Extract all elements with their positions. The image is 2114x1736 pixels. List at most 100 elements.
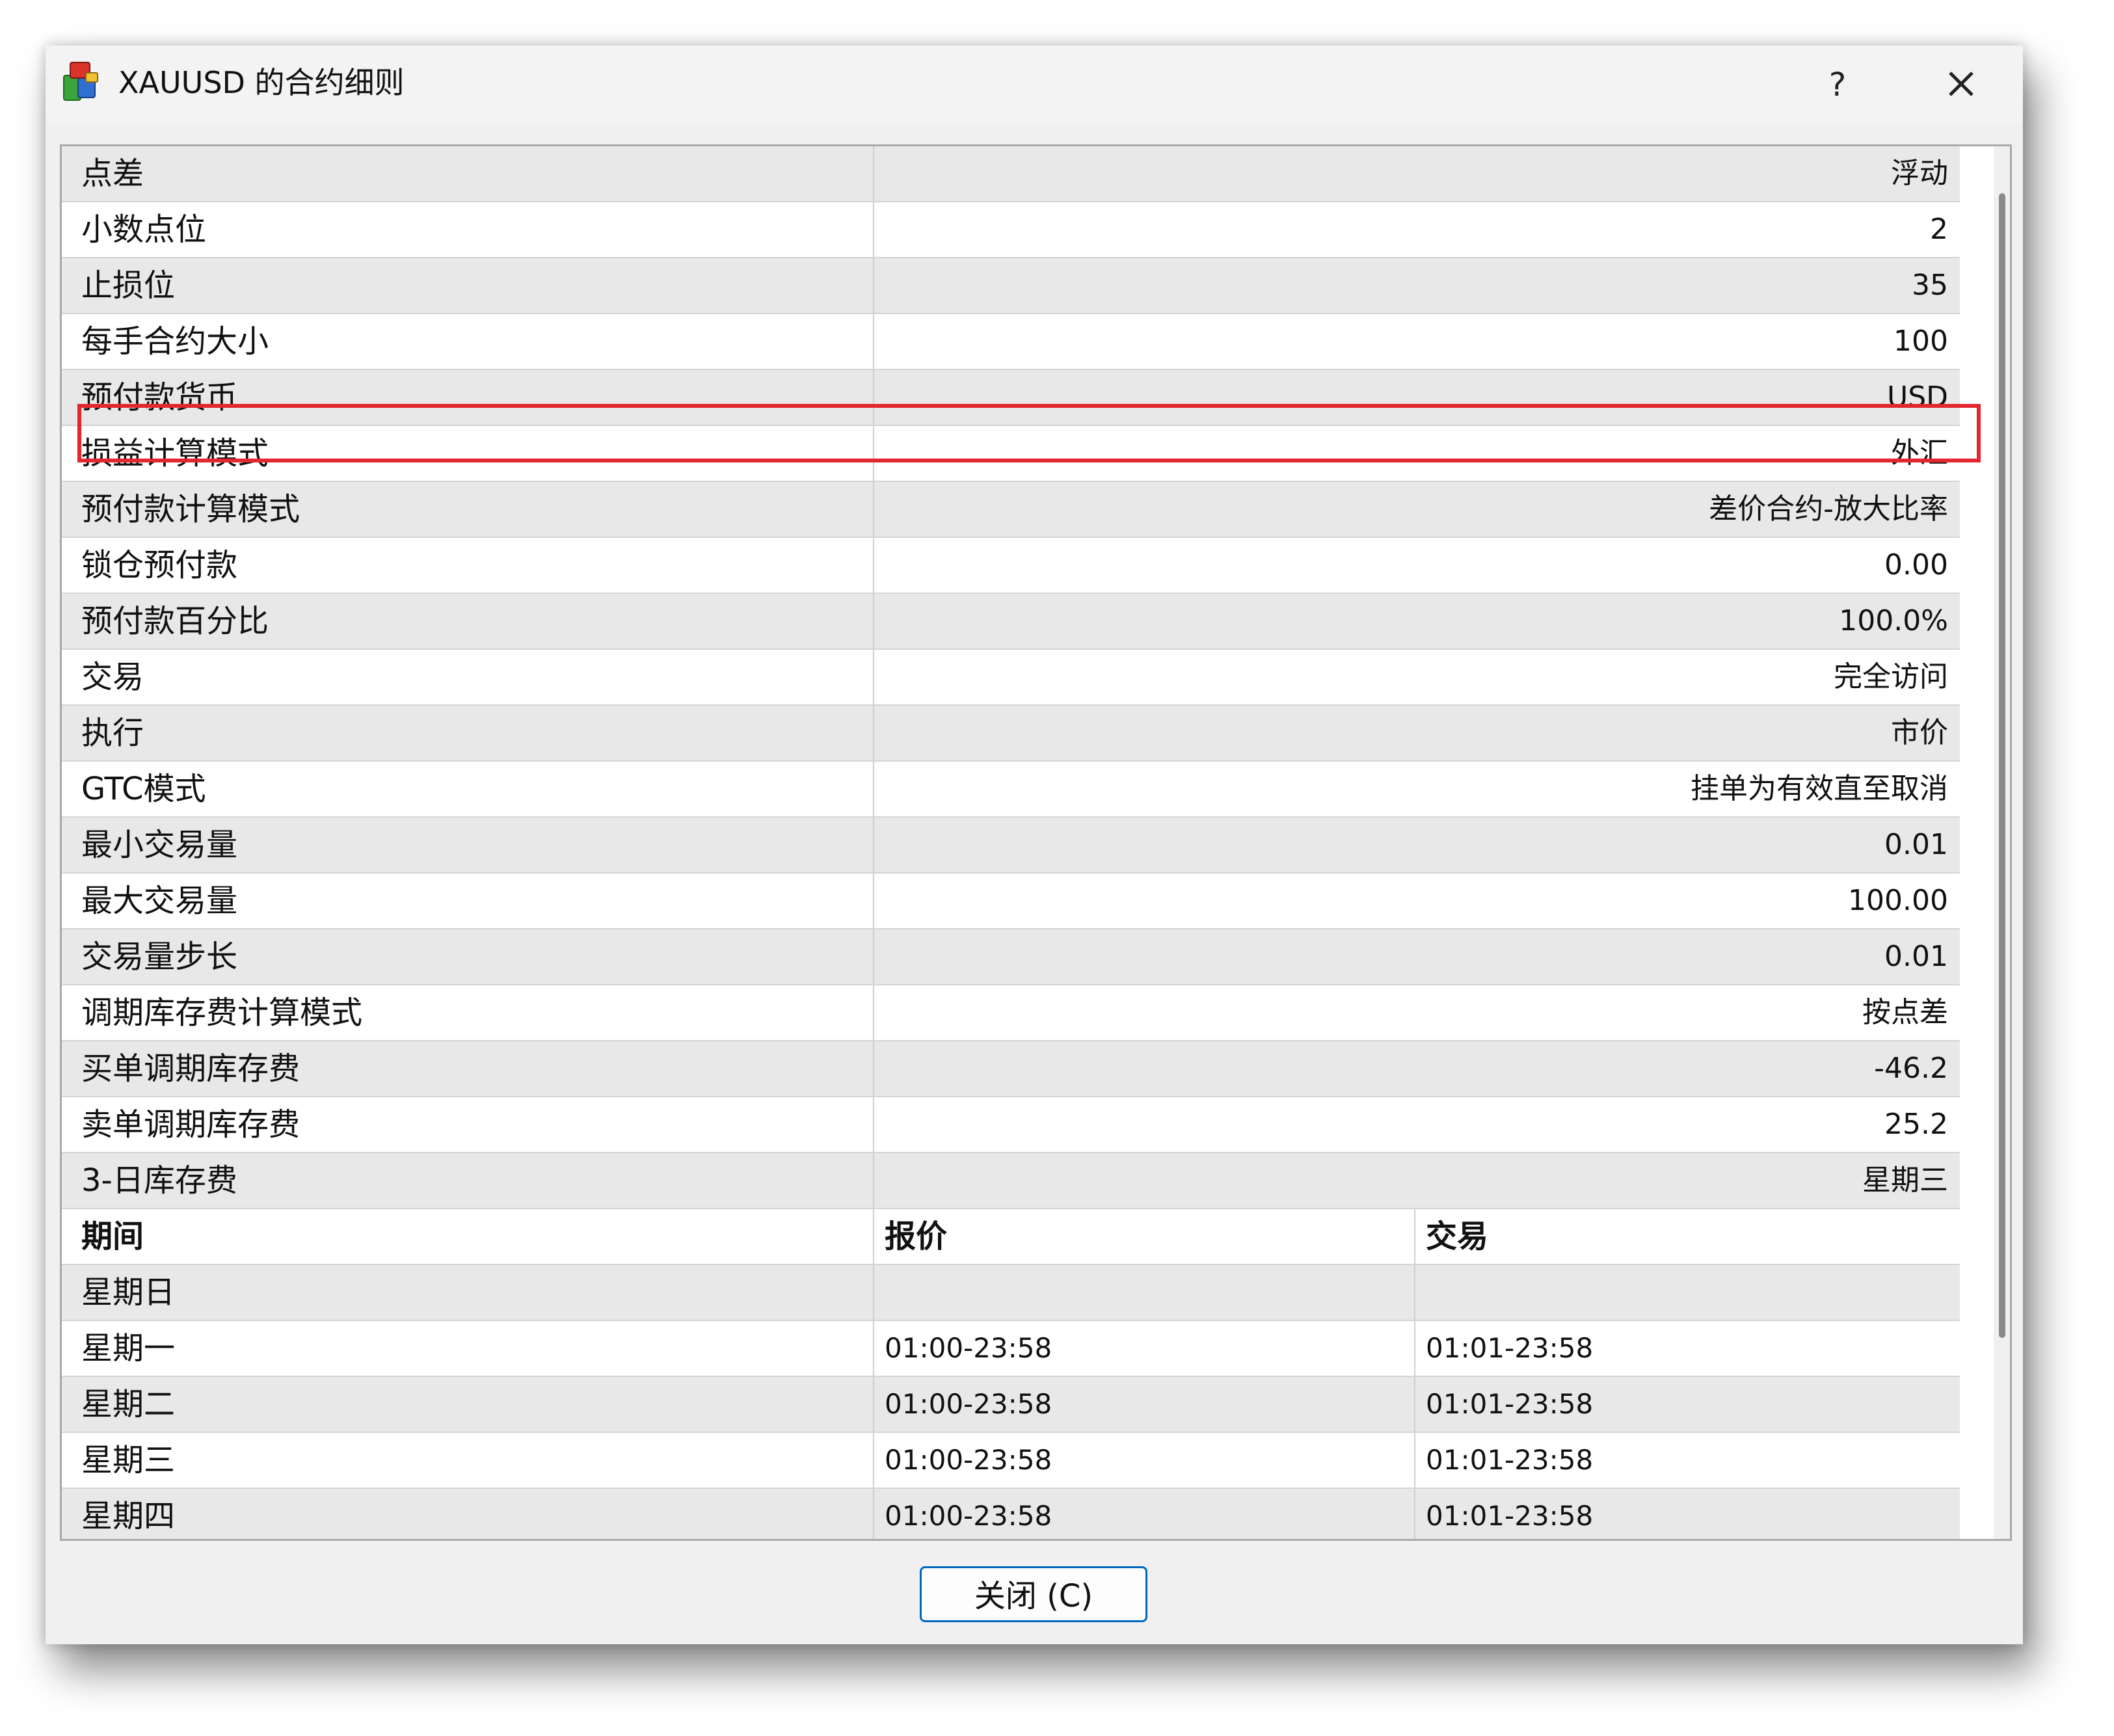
spec-name: 锁仓预付款 — [81, 547, 238, 583]
spec-value: 市价 — [1891, 716, 1948, 749]
spec-row[interactable]: 买单调期库存费 -46.2 — [62, 1041, 1960, 1097]
spec-row[interactable]: 锁仓预付款 0.00 — [62, 538, 1960, 594]
spec-row[interactable]: 交易量步长 0.01 — [62, 929, 1960, 985]
session-trade: 01:01-23:58 — [1426, 1332, 1594, 1364]
session-row[interactable]: 星期日 — [62, 1265, 1960, 1321]
spec-row[interactable]: 调期库存费计算模式 按点差 — [62, 985, 1960, 1041]
session-quote: 01:00-23:58 — [885, 1332, 1052, 1364]
header-quote: 报价 — [885, 1218, 948, 1255]
column-divider — [873, 1041, 874, 1096]
column-divider — [1414, 1489, 1415, 1539]
spec-value: 0.00 — [1884, 548, 1948, 581]
spec-row[interactable]: 3-日库存费 星期三 — [62, 1153, 1960, 1209]
help-button[interactable]: ? — [1815, 59, 1860, 111]
spec-value: -46.2 — [1874, 1052, 1948, 1085]
spec-row[interactable]: 卖单调期库存费 25.2 — [62, 1097, 1960, 1153]
spec-name: 最小交易量 — [81, 827, 238, 863]
session-row[interactable]: 星期一 01:00-23:58 01:01-23:58 — [62, 1321, 1960, 1377]
close-icon[interactable] — [1932, 59, 1990, 111]
column-divider — [873, 1265, 874, 1320]
spec-name: 预付款计算模式 — [81, 491, 301, 527]
column-divider — [873, 1321, 874, 1376]
column-divider — [873, 258, 874, 313]
header-period: 期间 — [81, 1218, 144, 1255]
spec-value: 35 — [1912, 269, 1948, 302]
scrollbar-thumb[interactable] — [1999, 193, 2005, 1338]
spec-grid: 点差 浮动小数点位 2 止损位 35 每手合约大小 100 预付款货币 USD 损益计算模式 外汇预… — [60, 144, 2012, 1541]
column-divider — [873, 762, 874, 816]
session-row[interactable]: 星期二 01:00-23:58 01:01-23:58 — [62, 1377, 1960, 1433]
spec-row[interactable]: 最大交易量 100.00 — [62, 874, 1960, 929]
spec-name: 小数点位 — [81, 211, 207, 248]
spec-value: 0.01 — [1884, 940, 1948, 973]
spec-name: GTC模式 — [81, 771, 206, 807]
spec-row[interactable]: 执行 市价 — [62, 706, 1960, 762]
spec-row[interactable]: 预付款货币 USD — [62, 370, 1960, 426]
column-divider — [873, 594, 874, 648]
column-divider — [873, 1433, 874, 1488]
column-divider — [873, 1489, 874, 1539]
spec-row[interactable]: 每手合约大小 100 — [62, 314, 1960, 370]
spec-row[interactable]: GTC模式 挂单为有效直至取消 — [62, 762, 1960, 818]
column-divider — [873, 1153, 874, 1208]
column-divider — [873, 482, 874, 537]
spec-row[interactable]: 点差 浮动 — [62, 146, 1960, 202]
column-divider — [873, 1377, 874, 1432]
spec-name: 执行 — [81, 715, 144, 751]
column-divider — [873, 146, 874, 201]
sessions-header-row: 期间 报价 交易 — [62, 1209, 1960, 1265]
column-divider — [873, 538, 874, 593]
column-divider — [873, 985, 874, 1040]
spec-value: USD — [1886, 381, 1948, 414]
column-divider — [873, 202, 874, 257]
session-day: 星期一 — [81, 1330, 176, 1367]
column-divider — [873, 818, 874, 872]
header-trade: 交易 — [1426, 1218, 1489, 1255]
spec-name: 最大交易量 — [81, 883, 238, 919]
column-divider — [1414, 1433, 1415, 1488]
spec-value: 100.0% — [1839, 604, 1948, 637]
column-divider — [873, 314, 874, 369]
column-divider — [873, 1097, 874, 1152]
column-divider — [873, 1209, 874, 1264]
session-day: 星期日 — [81, 1274, 176, 1311]
spec-row[interactable]: 交易 完全访问 — [62, 650, 1960, 706]
column-divider — [1414, 1209, 1415, 1264]
spec-value: 挂单为有效直至取消 — [1691, 772, 1948, 805]
spec-value: 按点差 — [1862, 996, 1948, 1029]
spec-value: 25.2 — [1884, 1108, 1948, 1141]
spec-row[interactable]: 损益计算模式 外汇 — [62, 426, 1960, 482]
spec-row[interactable]: 小数点位 2 — [62, 202, 1960, 258]
session-day: 星期二 — [81, 1386, 176, 1422]
column-divider — [873, 370, 874, 425]
spec-value: 完全访问 — [1834, 660, 1948, 693]
spec-row[interactable]: 止损位 35 — [62, 258, 1960, 314]
spec-value: 外汇 — [1891, 436, 1948, 470]
session-quote: 01:00-23:58 — [885, 1500, 1052, 1532]
column-divider — [873, 929, 874, 984]
column-divider — [1414, 1377, 1415, 1432]
spec-row[interactable]: 预付款计算模式 差价合约-放大比率 — [62, 482, 1960, 538]
spec-value: 100.00 — [1848, 884, 1948, 917]
session-row[interactable]: 星期四 01:00-23:58 01:01-23:58 — [62, 1489, 1960, 1539]
spec-row[interactable]: 最小交易量 0.01 — [62, 818, 1960, 874]
spec-row[interactable]: 预付款百分比 100.0% — [62, 594, 1960, 650]
session-day: 星期四 — [81, 1498, 176, 1534]
session-trade: 01:01-23:58 — [1426, 1388, 1594, 1420]
app-icon — [63, 62, 98, 101]
spec-name: 损益计算模式 — [81, 435, 269, 472]
session-day: 星期三 — [81, 1442, 176, 1478]
column-divider — [873, 706, 874, 760]
session-quote: 01:00-23:58 — [885, 1444, 1052, 1476]
session-trade: 01:01-23:58 — [1426, 1500, 1594, 1532]
title-bar[interactable]: XAUUSD 的合约细则 ? — [46, 46, 2023, 124]
close-button[interactable]: 关闭 (C) — [920, 1566, 1147, 1622]
vertical-scrollbar[interactable] — [1994, 146, 2010, 1539]
column-divider — [873, 426, 874, 481]
spec-name: 交易 — [81, 659, 144, 695]
spec-name: 每手合约大小 — [81, 323, 269, 360]
session-row[interactable]: 星期三 01:00-23:58 01:01-23:58 — [62, 1433, 1960, 1489]
spec-name: 点差 — [81, 155, 144, 192]
spec-value: 2 — [1930, 213, 1948, 246]
column-divider — [1414, 1265, 1415, 1320]
